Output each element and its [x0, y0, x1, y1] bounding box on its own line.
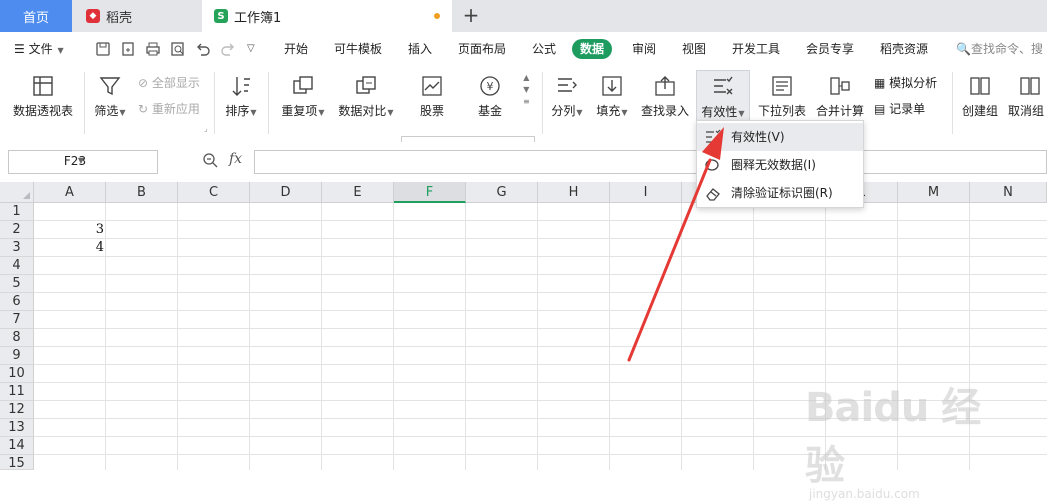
annotation-arrow — [627, 127, 724, 362]
watermark-url: jingyan.baidu.com — [809, 487, 920, 501]
